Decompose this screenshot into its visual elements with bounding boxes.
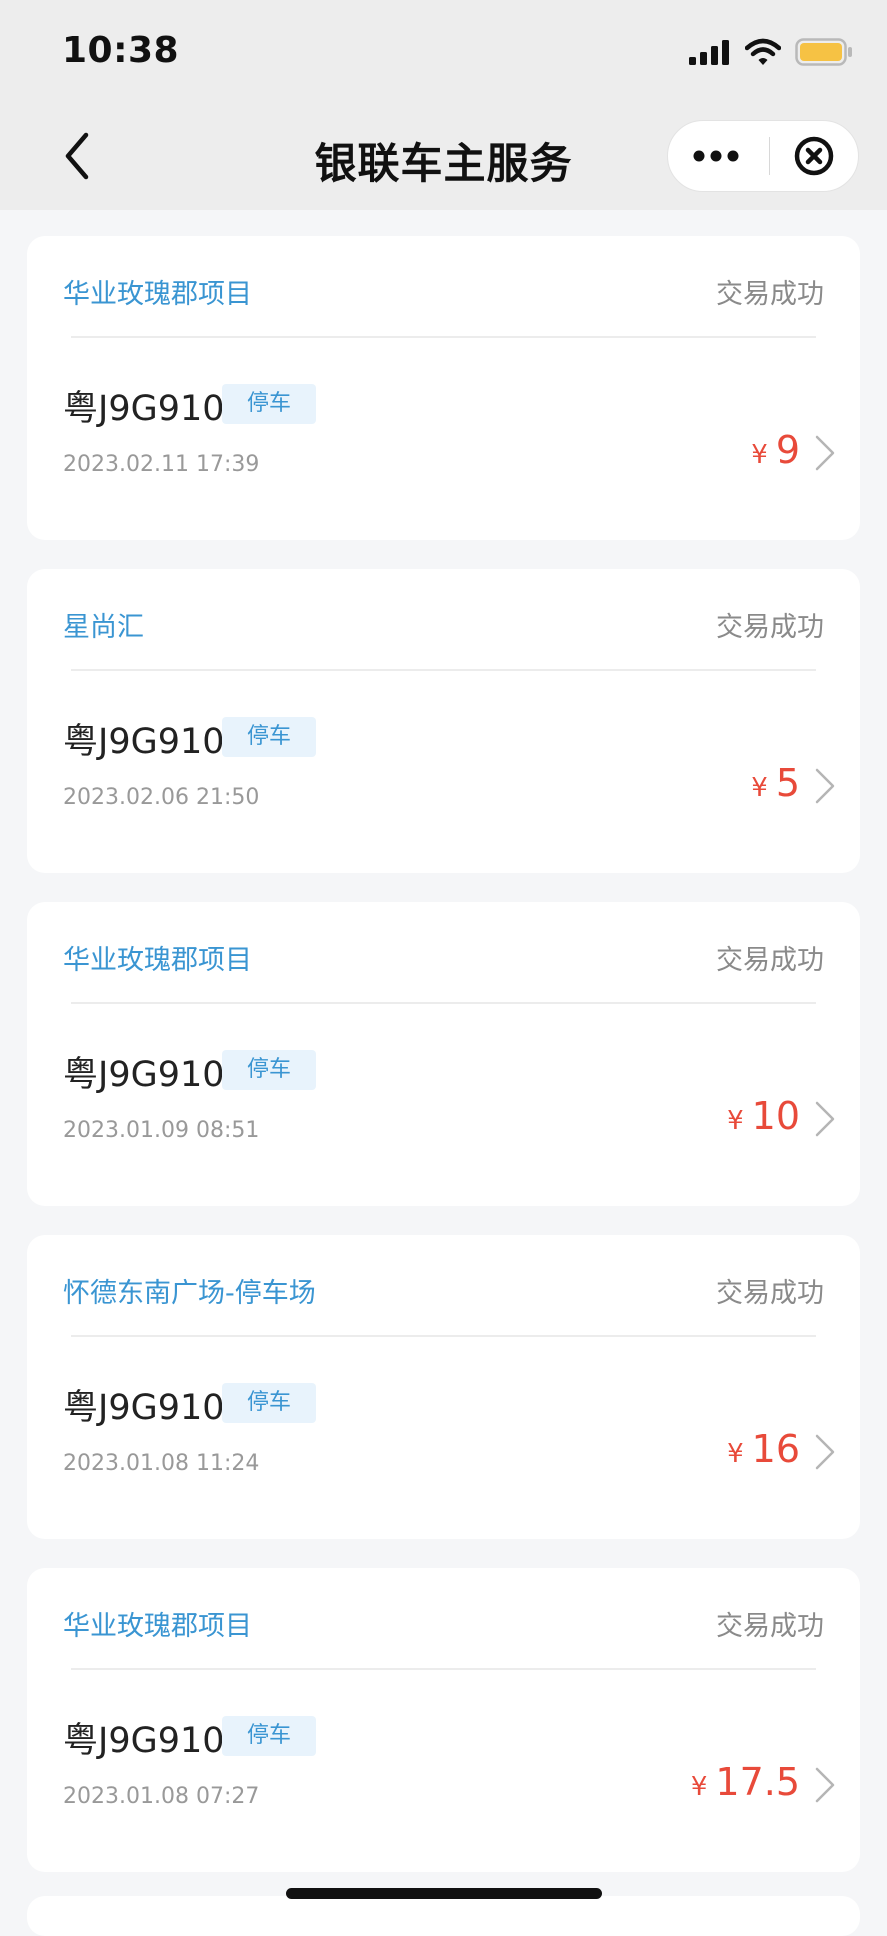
amount-value: 16 [751,1427,800,1471]
transaction-status: 交易成功 [716,1611,824,1642]
license-plate: 粤J9G910 [63,1388,225,1428]
merchant-name: 怀德东南广场-停车场 [63,1278,316,1309]
chevron-right-icon [815,1767,835,1803]
more-dots-icon [693,150,738,162]
merchant-name: 星尚汇 [63,612,144,643]
chevron-right-icon [815,435,835,471]
transaction-time: 2023.02.11 17:39 [63,452,260,477]
battery-icon [795,38,853,70]
currency-symbol: ¥ [727,1106,744,1136]
amount-value: 10 [751,1094,800,1138]
status-bar: 10:38 [0,0,887,100]
transaction-time: 2023.01.08 11:24 [63,1451,260,1476]
transaction-card[interactable]: 华业玫瑰郡项目 交易成功 粤J9G910 停车 2023.01.09 08:51… [27,902,860,1206]
transaction-status: 交易成功 [716,945,824,976]
chevron-right-icon [815,1101,835,1137]
transaction-card[interactable]: 华业玫瑰郡项目 交易成功 粤J9G910 停车 2023.01.08 07:27… [27,1568,860,1872]
mini-program-capsule [667,120,859,192]
transaction-card[interactable]: 怀德东南广场-停车场 交易成功 粤J9G910 停车 2023.01.08 11… [27,1235,860,1539]
transaction-time: 2023.01.08 07:27 [63,1784,260,1809]
card-divider [71,1335,816,1337]
transaction-status: 交易成功 [716,612,824,643]
close-circle-icon [794,136,834,176]
close-button[interactable] [770,121,858,191]
category-tag: 停车 [222,384,316,424]
merchant-name: 华业玫瑰郡项目 [63,279,252,310]
transaction-time: 2023.01.09 08:51 [63,1118,260,1143]
license-plate: 粤J9G910 [63,389,225,429]
transaction-amount: ¥17.5 [691,1760,800,1804]
transaction-list: 华业玫瑰郡项目 交易成功 粤J9G910 停车 2023.02.11 17:39… [27,236,860,1901]
transaction-card[interactable]: 华业玫瑰郡项目 交易成功 粤J9G910 停车 2023.02.11 17:39… [27,236,860,540]
license-plate: 粤J9G910 [63,722,225,762]
amount-value: 17.5 [715,1760,800,1804]
category-tag: 停车 [222,1716,316,1756]
license-plate: 粤J9G910 [63,1055,225,1095]
merchant-name: 华业玫瑰郡项目 [63,945,252,976]
category-tag: 停车 [222,717,316,757]
transaction-status: 交易成功 [716,1278,824,1309]
chevron-right-icon [815,768,835,804]
transaction-time: 2023.02.06 21:50 [63,785,260,810]
currency-symbol: ¥ [727,1439,744,1469]
transaction-amount: ¥16 [727,1427,800,1471]
nav-bar: 银联车主服务 [0,100,887,210]
card-divider [71,336,816,338]
card-divider [71,1668,816,1670]
signal-icon [689,39,731,69]
license-plate: 粤J9G910 [63,1721,225,1761]
status-icons [689,38,853,70]
merchant-name: 华业玫瑰郡项目 [63,1611,252,1642]
category-tag: 停车 [222,1050,316,1090]
home-indicator [286,1888,602,1899]
transaction-amount: ¥9 [751,428,800,472]
transaction-amount: ¥10 [727,1094,800,1138]
category-tag: 停车 [222,1383,316,1423]
amount-value: 5 [775,761,800,805]
transaction-status: 交易成功 [716,279,824,310]
currency-symbol: ¥ [751,773,768,803]
card-divider [71,669,816,671]
transaction-amount: ¥5 [751,761,800,805]
amount-value: 9 [775,428,800,472]
list-item-partial[interactable] [27,1896,860,1936]
currency-symbol: ¥ [751,440,768,470]
wifi-icon [744,38,782,70]
status-time: 10:38 [62,30,180,71]
transaction-card[interactable]: 星尚汇 交易成功 粤J9G910 停车 2023.02.06 21:50 ¥5 [27,569,860,873]
chevron-right-icon [815,1434,835,1470]
currency-symbol: ¥ [690,1772,708,1802]
more-button[interactable] [668,121,763,191]
card-divider [71,1002,816,1004]
